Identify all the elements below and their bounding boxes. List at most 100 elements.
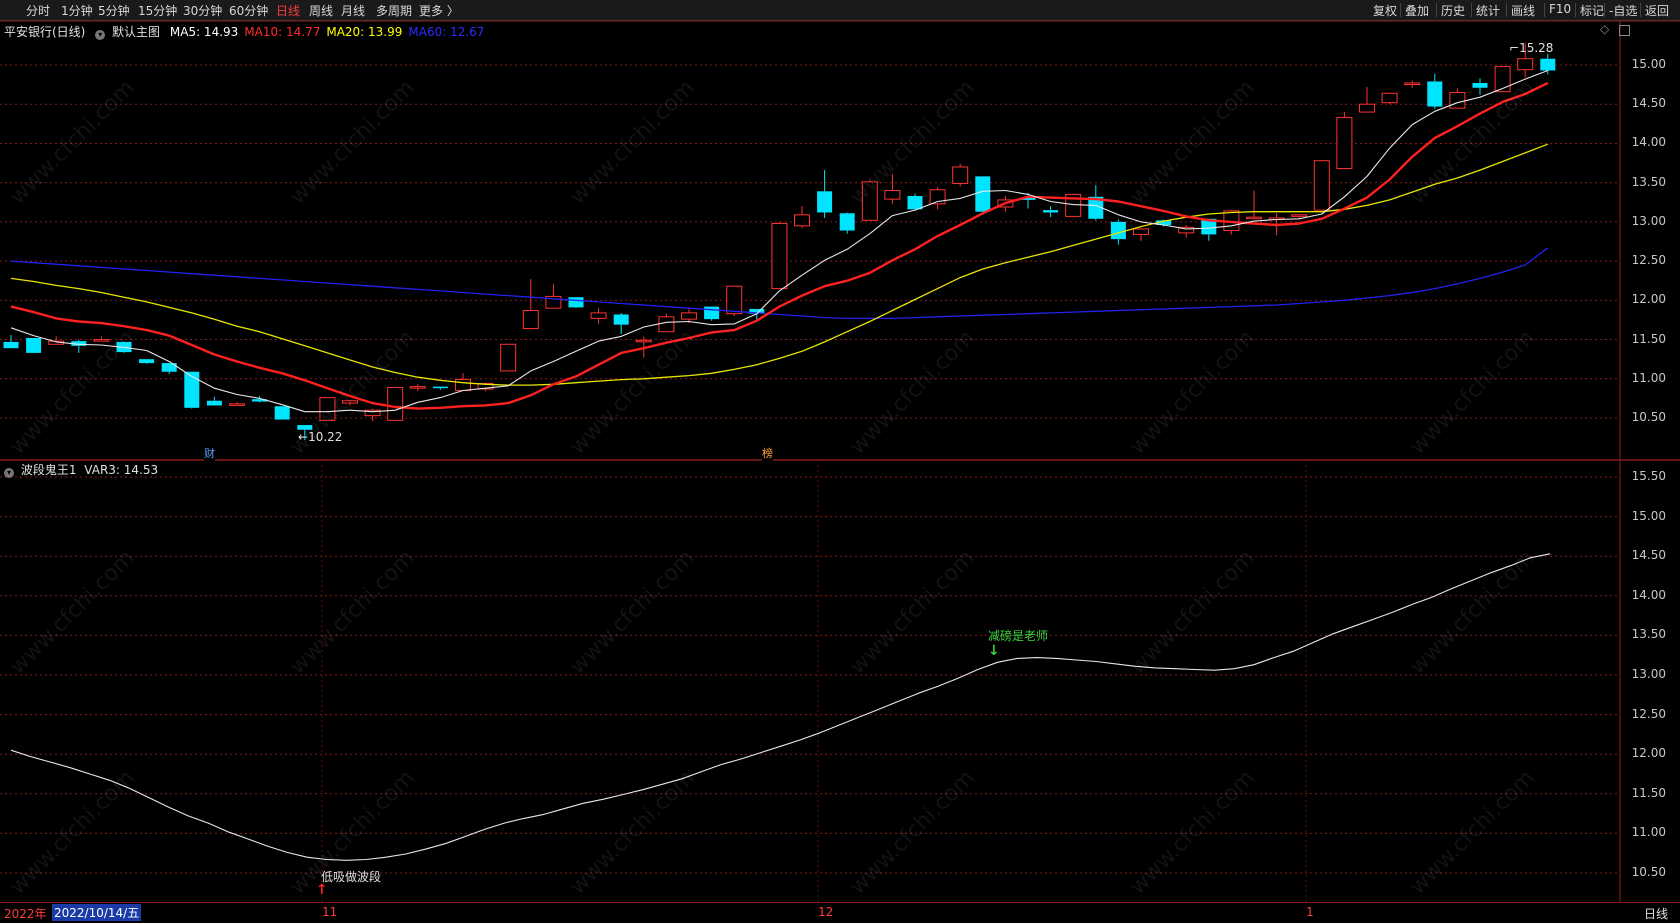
candle-body-up — [590, 312, 607, 319]
sell-arrow-icon: ↓ — [988, 643, 1000, 659]
candle-body-down — [1043, 210, 1059, 213]
rank-event-marker[interactable]: 榜 — [762, 445, 773, 461]
high-price-label: ⌐15.28 — [1509, 41, 1554, 55]
main-axis-tick: 12.00 — [1631, 292, 1666, 307]
candle-body-up — [319, 397, 336, 421]
candle-body-up — [500, 343, 517, 372]
settings-dropdown-icon[interactable]: ▾ — [95, 30, 106, 40]
candle-body-up — [1449, 91, 1466, 109]
candle-body-down — [839, 213, 855, 231]
candle-body-down — [1472, 83, 1488, 88]
chart-template[interactable]: 默认主图 — [112, 25, 160, 39]
candle-body-up — [409, 386, 426, 389]
kline-chart[interactable] — [0, 0, 1680, 902]
arrow-left-icon: ⌐ — [1509, 41, 1520, 55]
sub-axis-tick: 14.00 — [1631, 587, 1666, 602]
var3-line — [10, 553, 1551, 861]
candle-body-up — [1404, 82, 1421, 86]
main-axis-tick: 13.50 — [1631, 174, 1666, 189]
candle-body-down — [704, 306, 720, 320]
sell-signal-label: 减磅是老师 — [988, 629, 1049, 643]
sub-axis-tick: 12.00 — [1631, 746, 1666, 761]
candle-body-up — [455, 379, 471, 392]
main-axis-tick: 11.50 — [1631, 331, 1666, 346]
indicator-name[interactable]: 波段鬼王1 — [21, 463, 77, 477]
sub-axis-tick: 13.00 — [1631, 667, 1666, 681]
month-label-nov: 11 — [322, 905, 338, 919]
candle-body-up — [229, 403, 245, 406]
ma-legend-item-3: MA60: 12.67 — [408, 25, 485, 39]
draw-tool-icon[interactable]: ◇ — [1600, 22, 1609, 36]
candle-body-up — [952, 166, 969, 184]
arrow-left-icon: ← — [298, 430, 309, 444]
ma-legend: MA5: 14.93 MA10: 14.77 MA20: 13.99 MA60: 12… — [170, 25, 491, 39]
restore-window-icon[interactable] — [1619, 25, 1630, 36]
indicator-dropdown-icon[interactable]: ▾ — [4, 468, 14, 478]
month-label-jan: 1 — [1306, 905, 1314, 919]
candle-body-up — [1517, 58, 1534, 71]
candle-body-down — [817, 191, 833, 213]
candle-body-down — [139, 359, 155, 364]
candle-body-down — [907, 196, 923, 210]
main-axis-tick: 14.00 — [1631, 135, 1666, 150]
sub-axis-tick: 15.00 — [1631, 508, 1666, 523]
candle-body-up — [93, 339, 110, 342]
main-axis-tick: 11.00 — [1631, 370, 1666, 385]
candle-body-down — [26, 337, 42, 353]
candle-body-up — [884, 190, 901, 200]
ma-legend-item-0: MA5: 14.93 — [169, 25, 239, 39]
candle-body-up — [522, 310, 539, 330]
indicator-header: ▾ 波段鬼王1 VAR3: 14.53 — [4, 461, 158, 478]
candle-body-up — [1291, 214, 1308, 217]
sub-axis-tick: 10.50 — [1631, 865, 1666, 879]
candle-body-up — [658, 316, 675, 333]
candle-body-down — [432, 386, 448, 389]
main-axis-tick: 15.00 — [1631, 57, 1666, 71]
candle-body-down — [1427, 81, 1443, 107]
sub-axis-tick: 12.50 — [1631, 706, 1666, 721]
main-axis-tick: 10.50 — [1631, 410, 1666, 424]
candle-body-up — [771, 222, 788, 290]
candle-body-up — [1246, 216, 1262, 220]
ma-legend-item-2: MA20: 13.99 — [326, 25, 403, 39]
month-label-dec: 12 — [818, 905, 834, 919]
main-axis-tick: 14.50 — [1631, 96, 1666, 111]
main-axis-tick: 12.50 — [1631, 253, 1666, 268]
symbol-name[interactable]: 平安银行(日线) — [4, 25, 85, 39]
main-axis-tick: 13.00 — [1631, 213, 1666, 228]
candle-body-up — [794, 214, 810, 227]
buy-arrow-icon: ↑ — [316, 882, 328, 898]
sub-axis-tick: 15.50 — [1631, 469, 1666, 483]
candle-body-up — [1381, 92, 1398, 104]
candle-body-up — [1336, 117, 1353, 170]
sub-axis-tick: 14.50 — [1631, 548, 1666, 563]
ma-legend-item-1: MA10: 14.77 — [244, 25, 321, 39]
candle-body-down — [568, 297, 584, 308]
candle-body-up — [342, 400, 358, 404]
candle-body-up — [1313, 160, 1330, 211]
low-price-label: ←10.22 — [298, 430, 343, 444]
candle-body-up — [1359, 103, 1375, 113]
period-indicator: 日线 — [1644, 907, 1669, 921]
candle-body-up — [635, 339, 652, 343]
candle-body-down — [975, 176, 991, 212]
candle-body-down — [206, 400, 222, 406]
finance-event-marker[interactable]: 财 — [204, 445, 215, 461]
candle-body-up — [387, 386, 404, 421]
candle-body-up — [681, 312, 697, 320]
candle-body-up — [861, 181, 878, 221]
candle-body-up — [1133, 228, 1149, 235]
candle-body-down — [3, 341, 19, 349]
sub-axis-tick: 11.00 — [1631, 825, 1666, 840]
date-cursor-label: 2022/10/14/五 — [52, 904, 142, 921]
indicator-value: VAR3: 14.53 — [84, 463, 159, 477]
sub-axis-tick: 11.50 — [1631, 785, 1666, 800]
main-chart-header: 平安银行(日线) ▾ 默认主图 MA5: 14.93 MA10: 14.77 MA2… — [4, 23, 490, 40]
sub-axis-tick: 13.50 — [1631, 627, 1666, 642]
candle-body-down — [274, 406, 290, 420]
candle-body-down — [1110, 221, 1126, 240]
candle-body-up — [726, 285, 743, 315]
time-axis: 2022年 2022/10/14/五 11 12 1 日线 — [0, 902, 1680, 923]
candle-body-down — [613, 314, 629, 325]
buy-signal-label: 低吸做波段 — [321, 870, 382, 884]
